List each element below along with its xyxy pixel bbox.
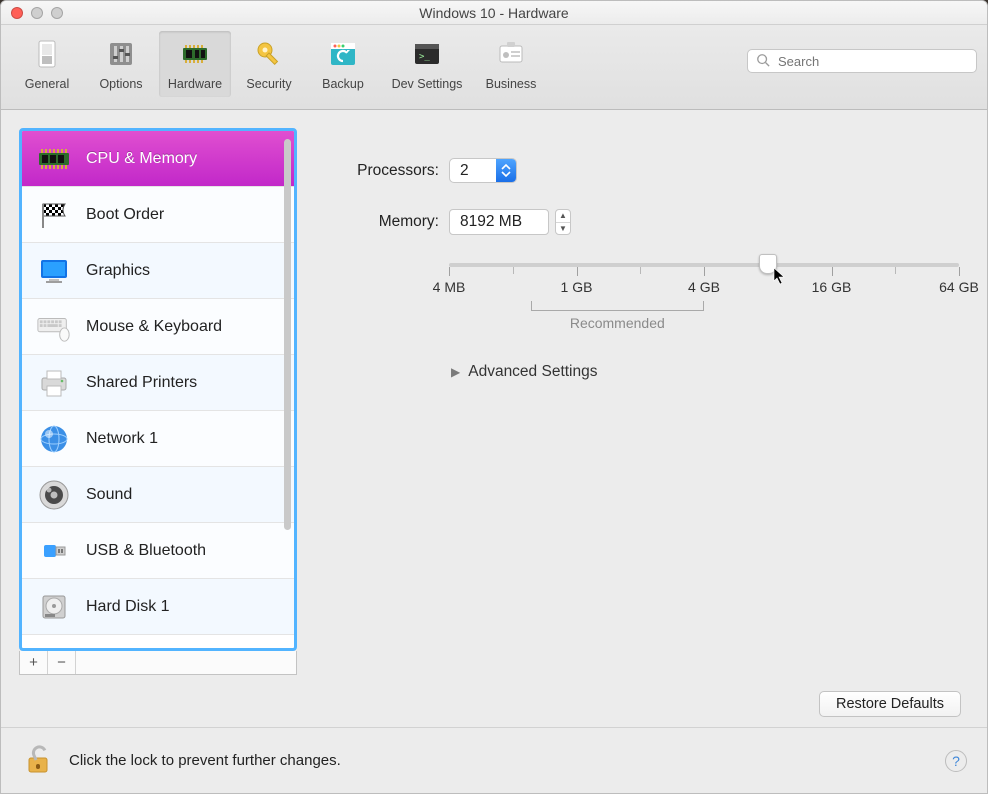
- search-field[interactable]: [747, 49, 977, 73]
- toolbar-general[interactable]: General: [11, 31, 83, 97]
- globe-icon: [36, 421, 72, 457]
- memory-stepper[interactable]: ▲ ▼: [555, 209, 571, 235]
- sidebar-footer: + −: [19, 651, 297, 675]
- recommended-label: Recommended: [570, 315, 665, 331]
- sidebar-item-sound[interactable]: Sound: [22, 467, 294, 523]
- select-stepper-icon: [496, 159, 516, 182]
- sidebar-item-graphics[interactable]: Graphics: [22, 243, 294, 299]
- sidebar-item-label: Hard Disk 1: [86, 598, 170, 616]
- memory-slider[interactable]: 4 MB 1 GB 4 GB 16 GB 64 GB Recommended: [449, 263, 959, 329]
- backup-icon: [324, 35, 362, 73]
- search-icon: [756, 53, 770, 70]
- toolbar-business[interactable]: Business: [475, 31, 547, 97]
- slider-track: [449, 263, 959, 267]
- toolbar-security[interactable]: Security: [233, 31, 305, 97]
- restore-defaults-button[interactable]: Restore Defaults: [819, 691, 961, 717]
- toolbar-backup[interactable]: Backup: [307, 31, 379, 97]
- lock-text: Click the lock to prevent further change…: [69, 752, 341, 769]
- chevron-down-icon: ▼: [556, 223, 570, 235]
- advanced-settings-disclosure[interactable]: ▶ Advanced Settings: [451, 363, 971, 381]
- toolbar-hardware[interactable]: Hardware: [159, 31, 231, 97]
- sidebar-item-usb-bluetooth[interactable]: USB & Bluetooth: [22, 523, 294, 579]
- hardware-sidebar: CPU & Memory Boot Order Gr: [19, 128, 297, 651]
- sidebar-item-label: Shared Printers: [86, 374, 197, 392]
- toolbar-label: Dev Settings: [392, 77, 463, 91]
- toolbar-label: Hardware: [168, 77, 222, 91]
- sidebar-item-label: Mouse & Keyboard: [86, 318, 222, 336]
- sidebar-item-label: Sound: [86, 486, 132, 504]
- svg-text:>_: >_: [419, 52, 430, 62]
- processors-label: Processors:: [319, 162, 449, 180]
- remove-button[interactable]: −: [48, 651, 76, 674]
- processors-select[interactable]: 2: [449, 158, 517, 183]
- cpu-memory-panel: Processors: 2 Memory: 8192 MB ▲: [319, 128, 971, 675]
- flag-icon: [36, 197, 72, 233]
- toolbar-label: Options: [99, 77, 142, 91]
- switch-icon: [28, 35, 66, 73]
- sidebar-item-boot-order[interactable]: Boot Order: [22, 187, 294, 243]
- window-controls: [11, 7, 63, 19]
- key-icon: [250, 35, 288, 73]
- sidebar-item-mouse-keyboard[interactable]: Mouse & Keyboard: [22, 299, 294, 355]
- search-input[interactable]: [776, 53, 968, 70]
- minimize-window-button[interactable]: [31, 7, 43, 19]
- slider-thumb[interactable]: [759, 254, 777, 274]
- terminal-icon: >_: [408, 35, 446, 73]
- add-button[interactable]: +: [20, 651, 48, 674]
- toolbar-dev-settings[interactable]: >_ Dev Settings: [381, 31, 473, 97]
- usb-icon: [36, 533, 72, 569]
- sidebar-scrollbar[interactable]: [284, 139, 291, 640]
- memory-label: Memory:: [319, 213, 449, 231]
- close-window-button[interactable]: [11, 7, 23, 19]
- toolbar-label: Security: [246, 77, 291, 91]
- hdd-icon: [36, 589, 72, 625]
- slider-tick-label: 16 GB: [812, 279, 852, 295]
- titlebar: Windows 10 - Hardware: [1, 1, 987, 25]
- memory-field[interactable]: 8192 MB: [449, 209, 549, 235]
- zoom-window-button[interactable]: [51, 7, 63, 19]
- toolbar-label: Business: [486, 77, 537, 91]
- sidebar-item-shared-printers[interactable]: Shared Printers: [22, 355, 294, 411]
- lock-bar: Click the lock to prevent further change…: [1, 727, 987, 793]
- slider-tick-label: 1 GB: [561, 279, 593, 295]
- sidebar-item-label: Graphics: [86, 262, 150, 280]
- chip-icon: [176, 35, 214, 73]
- sidebar-item-hard-disk-1[interactable]: Hard Disk 1: [22, 579, 294, 635]
- window-title: Windows 10 - Hardware: [419, 5, 568, 21]
- sidebar-item-label: Boot Order: [86, 206, 164, 224]
- speaker-icon: [36, 477, 72, 513]
- settings-window: Windows 10 - Hardware General Options Ha…: [0, 0, 988, 794]
- monitor-icon: [36, 253, 72, 289]
- sidebar-item-cpu-memory[interactable]: CPU & Memory: [22, 131, 294, 187]
- printer-icon: [36, 365, 72, 401]
- toolbar-label: General: [25, 77, 69, 91]
- sidebar-item-label: Network 1: [86, 430, 158, 448]
- sliders-icon: [102, 35, 140, 73]
- chip-icon: [36, 141, 72, 177]
- slider-tick-label: 4 GB: [688, 279, 720, 295]
- toolbar-options[interactable]: Options: [85, 31, 157, 97]
- recommended-bracket: [531, 301, 704, 311]
- disclosure-triangle-icon: ▶: [451, 365, 460, 379]
- slider-tick-label: 64 GB: [939, 279, 979, 295]
- advanced-settings-label: Advanced Settings: [468, 363, 597, 381]
- sidebar-item-label: CPU & Memory: [86, 150, 197, 168]
- sidebar-item-network-1[interactable]: Network 1: [22, 411, 294, 467]
- toolbar-label: Backup: [322, 77, 364, 91]
- processors-value: 2: [450, 159, 496, 182]
- unlocked-padlock-icon[interactable]: [21, 742, 55, 779]
- help-button[interactable]: ?: [945, 750, 967, 772]
- toolbar: General Options Hardware Security Backup: [1, 25, 987, 110]
- slider-tick-label: 4 MB: [433, 279, 466, 295]
- keyboard-icon: [36, 309, 72, 345]
- badge-icon: [492, 35, 530, 73]
- chevron-up-icon: ▲: [556, 210, 570, 223]
- sidebar-item-label: USB & Bluetooth: [86, 542, 206, 560]
